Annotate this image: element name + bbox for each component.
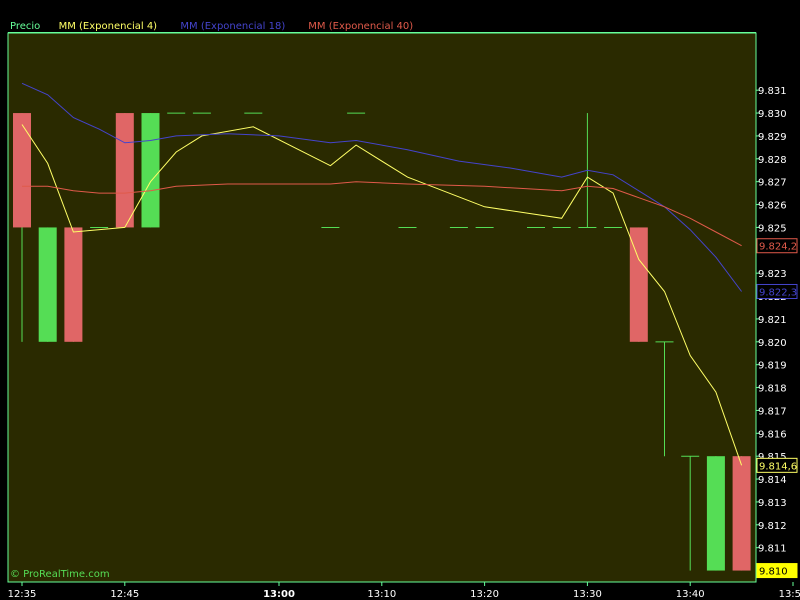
price-flag-label: 9.822,3	[759, 287, 797, 298]
x-tick-label: 13:30	[573, 589, 602, 600]
y-tick-label: 9.821	[758, 315, 787, 326]
candle-body	[706, 456, 725, 571]
y-tick-label: 9.814	[758, 475, 787, 486]
watermark: © ProRealTime.com	[10, 569, 110, 580]
y-tick-label: 9.817	[758, 406, 787, 417]
y-tick-label: 9.826	[758, 201, 787, 212]
x-tick-label: 13:40	[676, 589, 705, 600]
y-tick-label: 9.823	[758, 269, 787, 280]
candle-body	[13, 113, 31, 228]
candle-body	[64, 227, 83, 342]
y-tick-label: 9.830	[758, 109, 787, 120]
y-tick-label: 9.811	[758, 544, 787, 555]
legend-entry: MM (Exponencial 4)	[59, 21, 158, 32]
candle	[706, 456, 725, 571]
candle	[115, 113, 134, 228]
y-tick-label: 9.828	[758, 155, 787, 166]
candle-body	[141, 113, 160, 228]
x-tick-label: 13:20	[470, 589, 499, 600]
y-tick-label: 9.818	[758, 384, 787, 395]
x-tick-label: 12:45	[110, 589, 139, 600]
candle-body	[115, 113, 134, 228]
x-tick-label: 13:10	[367, 589, 396, 600]
legend-entry: MM (Exponencial 40)	[308, 21, 413, 32]
y-tick-label: 9.813	[758, 498, 787, 509]
y-tick-label: 9.825	[758, 223, 787, 234]
x-tick-label: 12:35	[8, 589, 37, 600]
candle	[732, 456, 751, 571]
price-flag-label: 9.824,2	[759, 242, 797, 253]
price-chart: 9.831 9.830 9.829 9.828 9.827 9.826 9.825 9.823…	[0, 0, 800, 600]
y-tick-label: 9.829	[758, 132, 787, 143]
candle	[38, 227, 57, 342]
legend-entry: Precio	[10, 21, 40, 32]
y-tick-label: 9.819	[758, 361, 787, 372]
y-tick-label: 9.816	[758, 429, 787, 440]
y-tick-label: 9.827	[758, 178, 787, 189]
x-tick-label: 13:50	[779, 589, 800, 600]
legend-entry: MM (Exponencial 18)	[180, 21, 285, 32]
candle-body	[732, 456, 751, 571]
candle	[141, 113, 160, 228]
y-tick-label: 9.820	[758, 338, 787, 349]
x-tick-label: 13:00	[263, 589, 295, 600]
y-tick-label: 9.812	[758, 521, 787, 532]
y-tick-label: 9.831	[758, 86, 787, 97]
price-flag-label: 9.814,6	[759, 461, 797, 472]
price-flag-label: 9.810	[759, 567, 788, 578]
candle-body	[38, 227, 57, 342]
candle	[64, 227, 83, 342]
